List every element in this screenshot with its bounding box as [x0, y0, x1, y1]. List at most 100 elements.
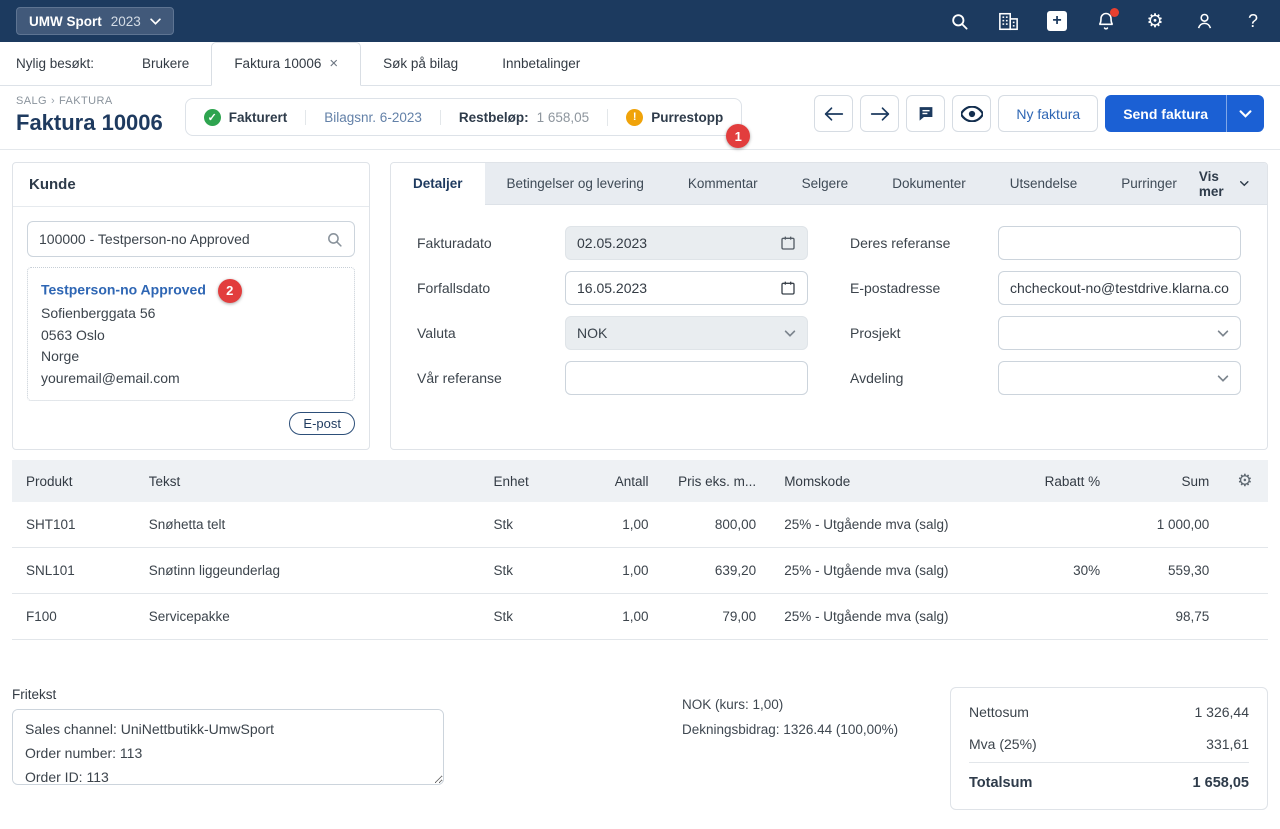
warning-circle-icon: !	[626, 109, 643, 126]
tab-purringer[interactable]: Purringer	[1099, 163, 1199, 205]
send-invoice-split-button: Send faktura	[1105, 95, 1264, 132]
tab-utsendelse[interactable]: Utsendelse	[988, 163, 1100, 205]
status-fakturert: ✓ Fakturert	[186, 109, 306, 126]
recent-tab-faktura-10006[interactable]: Faktura 10006 ×	[211, 42, 361, 86]
forfallsdato-field[interactable]	[565, 271, 808, 305]
invoice-details-card: Detaljer Betingelser og levering Komment…	[390, 162, 1268, 450]
var-referanse-field[interactable]	[565, 361, 808, 395]
top-bar: UMW Sport 2023 + ⚙ ?	[0, 0, 1280, 42]
tab-dokumenter[interactable]: Dokumenter	[870, 163, 988, 205]
fritekst-block: Fritekst Sales channel: UniNettbutikk-Um…	[12, 687, 444, 788]
previous-invoice-button[interactable]	[814, 95, 853, 132]
details-tabs: Detaljer Betingelser og levering Komment…	[391, 163, 1267, 205]
tab-betingelser-og-levering[interactable]: Betingelser og levering	[485, 163, 666, 205]
fritekst-textarea[interactable]: Sales channel: UniNettbutikk-UmwSport Or…	[12, 709, 444, 785]
header-actions: Ny faktura Send faktura	[814, 95, 1264, 132]
customer-card: Kunde Testperson-no Approved 2 Sofienber…	[12, 162, 370, 450]
status-bilagsnr: Bilagsnr. 6-2023	[305, 110, 440, 125]
next-invoice-button[interactable]	[860, 95, 899, 132]
deres-referanse-field[interactable]	[998, 226, 1241, 260]
table-row[interactable]: F100 Servicepakke Stk 1,00 79,00 25% - U…	[12, 594, 1268, 640]
field-valuta: Valuta NOK	[417, 316, 808, 350]
currency-info: NOK (kurs: 1,00) Dekningsbidrag: 1326.44…	[682, 687, 898, 742]
settings-gear-icon[interactable]: ⚙	[1144, 10, 1166, 32]
quick-add-icon[interactable]: +	[1046, 10, 1068, 32]
contribution-margin: Dekningsbidrag: 1326.44 (100,00%)	[682, 717, 898, 742]
calendar-icon	[780, 280, 796, 296]
invoice-status-pill: ✓ Fakturert Bilagsnr. 6-2023 Restbeløp: …	[185, 98, 742, 136]
nettosum-line: Nettosum 1 326,44	[969, 696, 1249, 728]
var-referanse-input[interactable]	[577, 370, 796, 386]
table-row[interactable]: SHT101 Snøhetta telt Stk 1,00 800,00 25%…	[12, 502, 1268, 548]
tab-kommentar[interactable]: Kommentar	[666, 163, 780, 205]
customer-search-field[interactable]	[27, 221, 355, 257]
bilagsnr-link[interactable]: Bilagsnr. 6-2023	[324, 110, 422, 125]
avdeling-select[interactable]	[998, 361, 1241, 395]
epost-row: E-post	[27, 412, 355, 435]
send-invoice-caret[interactable]	[1226, 95, 1264, 132]
preview-button[interactable]	[952, 95, 991, 132]
details-fields: Fakturadato Deres referanse Forfallsdato	[391, 205, 1267, 416]
valuta-select[interactable]: NOK	[565, 316, 808, 350]
user-profile-icon[interactable]	[1193, 10, 1215, 32]
address-line-country: Norge	[41, 346, 341, 368]
chevron-down-icon	[1217, 330, 1229, 337]
recent-tab-brukere[interactable]: Brukere	[120, 42, 211, 86]
show-more-menu[interactable]: Vis mer	[1199, 169, 1267, 199]
table-header-row: Produkt Tekst Enhet Antall Pris eks. m..…	[12, 460, 1268, 502]
valuta-value: NOK	[577, 325, 607, 341]
company-selector[interactable]: UMW Sport 2023	[16, 7, 174, 35]
company-register-icon[interactable]	[997, 10, 1019, 32]
customer-card-body: Testperson-no Approved 2 Sofienberggata …	[13, 207, 369, 449]
restbelop-value: 1 658,05	[537, 110, 590, 125]
recent-tab-sok-pa-bilag[interactable]: Søk på bilag	[361, 42, 480, 86]
recent-tab-innbetalinger[interactable]: Innbetalinger	[480, 42, 602, 86]
field-prosjekt: Prosjekt	[850, 316, 1241, 350]
field-deres-referanse: Deres referanse	[850, 226, 1241, 260]
totalsum-value: 1 658,05	[1193, 775, 1249, 791]
epostadresse-field[interactable]	[998, 271, 1241, 305]
check-circle-icon: ✓	[204, 109, 221, 126]
field-var-referanse: Vår referanse	[417, 361, 808, 395]
fritekst-label: Fritekst	[12, 687, 444, 702]
chevron-down-icon	[150, 18, 161, 25]
new-invoice-button[interactable]: Ny faktura	[998, 95, 1098, 132]
email-button[interactable]: E-post	[289, 412, 355, 435]
address-line-email: youremail@email.com	[41, 368, 341, 390]
col-produkt: Produkt	[12, 460, 135, 502]
notifications-bell-icon[interactable]	[1095, 10, 1117, 32]
deres-referanse-input[interactable]	[1010, 235, 1229, 251]
tab-detaljer[interactable]: Detaljer	[391, 163, 485, 205]
customer-address-box: Testperson-no Approved 2 Sofienberggata …	[27, 267, 355, 401]
customer-card-title: Kunde	[13, 163, 369, 207]
customer-name-link[interactable]: Testperson-no Approved	[41, 282, 206, 298]
close-tab-icon[interactable]: ×	[329, 42, 338, 86]
fakturadato-field[interactable]	[565, 226, 808, 260]
fakturadato-input[interactable]	[577, 235, 772, 251]
main-content: Kunde Testperson-no Approved 2 Sofienber…	[0, 150, 1280, 450]
field-epostadresse: E-postadresse	[850, 271, 1241, 305]
address-line-street: Sofienberggata 56	[41, 303, 341, 325]
comments-button[interactable]	[906, 95, 945, 132]
forfallsdato-input[interactable]	[577, 280, 772, 296]
prosjekt-select[interactable]	[998, 316, 1241, 350]
table-row[interactable]: SNL101 Snøtinn liggeunderlag Stk 1,00 63…	[12, 548, 1268, 594]
breadcrumb-salg[interactable]: SALG	[16, 95, 47, 107]
help-icon[interactable]: ?	[1242, 10, 1264, 32]
notification-dot	[1110, 8, 1119, 17]
customer-search-input[interactable]	[39, 231, 326, 247]
totals-card: Nettosum 1 326,44 Mva (25%) 331,61 Total…	[950, 687, 1268, 810]
send-invoice-button[interactable]: Send faktura	[1105, 95, 1226, 132]
search-icon[interactable]	[948, 10, 970, 32]
arrow-right-icon	[870, 106, 890, 122]
table-settings-gear-icon[interactable]: ⚙	[1237, 471, 1252, 490]
field-forfallsdato: Forfallsdato	[417, 271, 808, 305]
tab-selgere[interactable]: Selgere	[780, 163, 871, 205]
col-pris: Pris eks. m...	[663, 460, 771, 502]
recently-visited-label: Nylig besøkt:	[16, 56, 94, 71]
company-name: UMW Sport	[29, 14, 102, 29]
nettosum-value: 1 326,44	[1195, 704, 1250, 720]
breadcrumb-faktura[interactable]: FAKTURA	[59, 95, 113, 107]
epostadresse-input[interactable]	[1010, 280, 1229, 296]
company-year: 2023	[111, 14, 141, 29]
